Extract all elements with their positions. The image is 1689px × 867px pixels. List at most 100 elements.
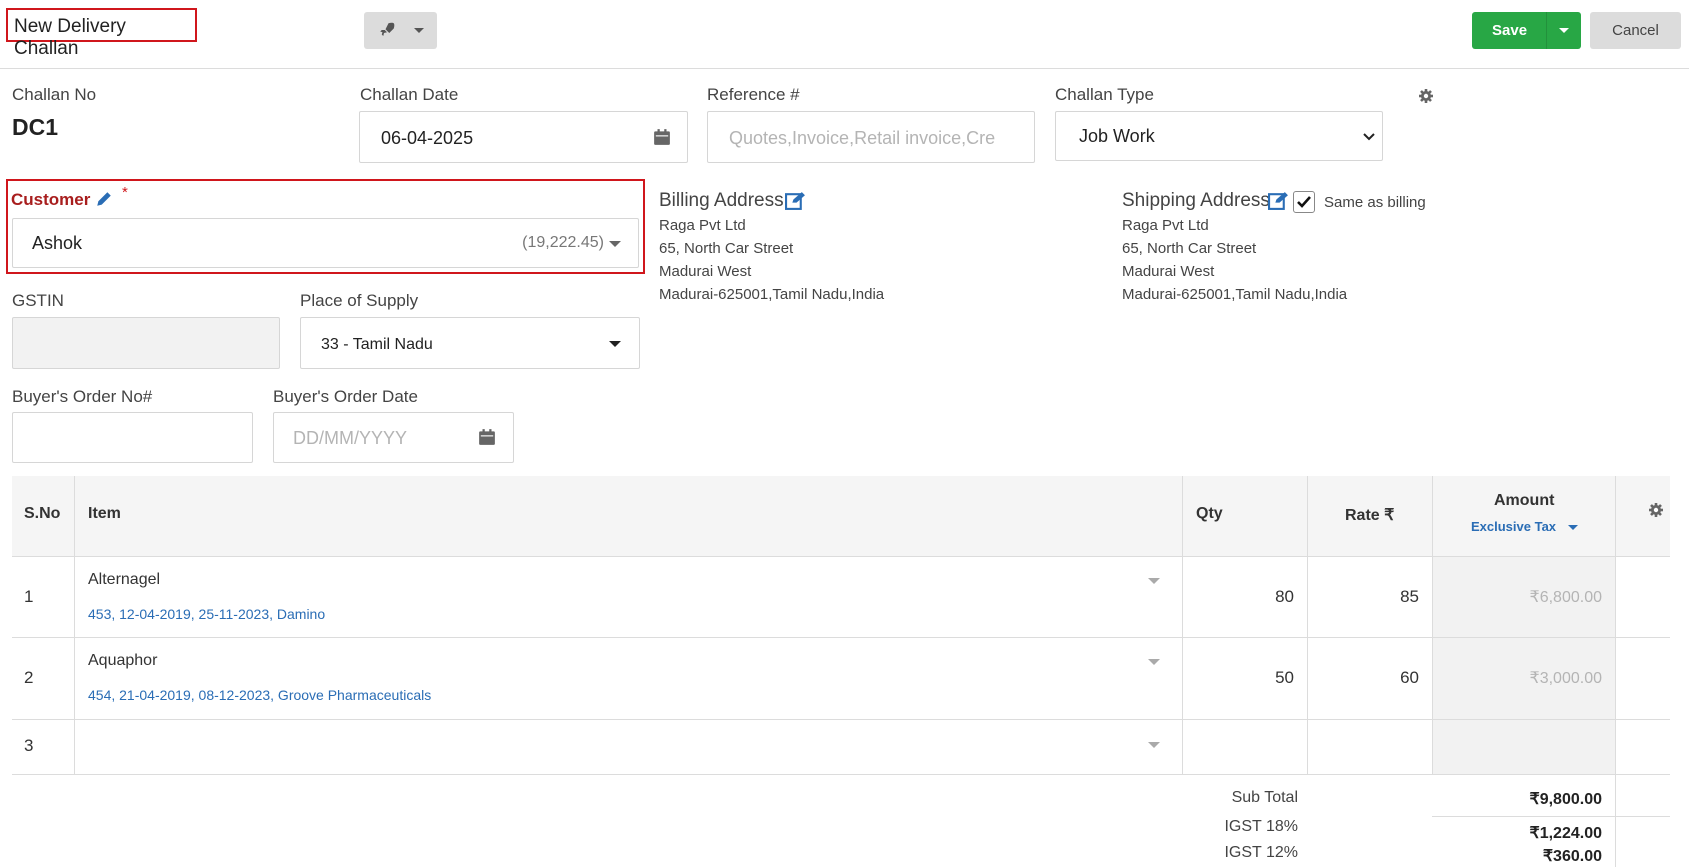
row-sno: 1 — [24, 587, 34, 606]
billing-line: 65, North Car Street — [659, 240, 794, 257]
item-name[interactable]: Aquaphor — [88, 652, 157, 670]
same-as-billing-label: Same as billing — [1324, 194, 1426, 211]
challan-date-value: 06-04-2025 — [381, 128, 474, 148]
billing-line: Madurai West — [659, 263, 752, 280]
billing-line: Raga Pvt Ltd — [659, 217, 746, 234]
reference-placeholder: Quotes,Invoice,Retail invoice,Cre — [729, 128, 996, 148]
save-options-chevron-icon[interactable] — [1559, 28, 1569, 33]
challan-type-value: Job Work — [1079, 126, 1155, 146]
buyers-order-date-label: Buyer's Order Date — [273, 387, 418, 406]
grid-line — [1432, 476, 1433, 774]
row-sno: 3 — [24, 736, 34, 755]
table-settings-gear-icon[interactable] — [1648, 502, 1664, 518]
shipping-address: Raga Pvt Ltd 65, North Car Street Madura… — [1122, 214, 1347, 306]
place-of-supply-value: 33 - Tamil Nadu — [321, 336, 433, 353]
row-amount: ₹3,000.00 — [1529, 670, 1602, 687]
customer-select[interactable]: Ashok (19,222.45) — [12, 218, 639, 268]
edit-icon[interactable] — [1268, 191, 1289, 210]
gstin-label: GSTIN — [12, 291, 64, 310]
buyers-order-no-label: Buyer's Order No# — [12, 387, 153, 406]
grid-line — [1307, 476, 1308, 774]
chevron-down-icon[interactable] — [1148, 578, 1160, 584]
rocket-icon — [380, 22, 395, 36]
challan-type-label: Challan Type — [1055, 85, 1154, 104]
page-title: New Delivery Challan — [6, 8, 197, 59]
grid-line — [12, 719, 1670, 720]
same-as-billing-checkbox[interactable] — [1293, 191, 1315, 213]
edit-icon[interactable] — [785, 191, 806, 210]
grid-line — [12, 556, 1670, 557]
igst-18-label: IGST 18% — [1224, 818, 1298, 835]
chevron-down-icon — [1567, 525, 1578, 531]
row-amount: ₹6,800.00 — [1529, 589, 1602, 606]
shipping-line: 65, North Car Street — [1122, 240, 1257, 257]
reference-label: Reference # — [707, 85, 800, 104]
customer-balance: (19,222.45) — [522, 234, 604, 251]
col-header-amount: Amount — [1494, 492, 1555, 509]
col-header-rate: Rate ₹ — [1345, 507, 1395, 524]
col-header-qty: Qty — [1196, 505, 1223, 522]
row-rate[interactable]: 60 — [1315, 668, 1419, 688]
calendar-icon[interactable] — [478, 428, 496, 446]
row-sno: 2 — [24, 668, 34, 687]
igst-12-value: ₹360.00 — [1542, 848, 1602, 865]
buyers-order-no-input[interactable] — [12, 412, 253, 463]
reference-input[interactable]: Quotes,Invoice,Retail invoice,Cre — [707, 111, 1035, 163]
igst-18-value: ₹1,224.00 — [1529, 825, 1602, 842]
quick-actions-button[interactable] — [364, 12, 437, 49]
shipping-line: Madurai West — [1122, 263, 1215, 280]
totals-divider — [1432, 816, 1670, 817]
grid-line — [1182, 476, 1183, 774]
chevron-down-icon — [609, 341, 621, 347]
customer-label: Customer — [11, 190, 91, 209]
billing-line: Madurai-625001,Tamil Nadu,India — [659, 286, 885, 303]
gstin-input[interactable] — [12, 317, 280, 369]
item-name[interactable]: Alternagel — [88, 571, 160, 589]
customer-value: Ashok — [32, 233, 83, 253]
item-name[interactable] — [88, 736, 1138, 756]
pencil-icon[interactable] — [95, 190, 113, 208]
calendar-icon[interactable] — [653, 128, 671, 146]
shipping-address-title: Shipping Address — [1122, 190, 1270, 211]
chevron-down-icon — [414, 28, 424, 33]
sub-total-value: ₹9,800.00 — [1529, 791, 1602, 808]
col-header-sno: S.No — [24, 505, 61, 522]
challan-date-label: Challan Date — [360, 85, 459, 104]
item-batch-details[interactable]: 454, 21-04-2019, 08-12-2023, Groove Phar… — [88, 687, 431, 703]
challan-type-select[interactable]: Job Work — [1055, 111, 1383, 161]
item-batch-details[interactable]: 453, 12-04-2019, 25-11-2023, Damino — [88, 606, 325, 622]
required-asterisk: * — [122, 184, 128, 201]
grid-line — [74, 476, 75, 774]
grid-line — [1615, 476, 1616, 867]
header-divider — [0, 68, 1689, 69]
challan-no-label: Challan No — [12, 85, 97, 104]
chevron-down-icon — [609, 241, 621, 247]
place-of-supply-label: Place of Supply — [300, 291, 419, 310]
save-split-divider — [1546, 12, 1547, 49]
buyers-order-date-input[interactable]: DD/MM/YYYY — [273, 412, 514, 463]
col-header-item: Item — [88, 505, 121, 522]
tax-mode-label: Exclusive Tax — [1471, 519, 1557, 534]
row-qty[interactable]: 50 — [1190, 668, 1294, 688]
grid-line — [12, 637, 1670, 638]
gear-icon[interactable] — [1418, 88, 1434, 104]
chevron-down-icon[interactable] — [1148, 659, 1160, 665]
shipping-line: Raga Pvt Ltd — [1122, 217, 1209, 234]
row-qty[interactable]: 80 — [1190, 587, 1294, 607]
cancel-button[interactable]: Cancel — [1590, 12, 1681, 49]
save-button-label: Save — [1492, 22, 1528, 39]
sub-total-label: Sub Total — [1231, 789, 1298, 806]
row-rate[interactable]: 85 — [1315, 587, 1419, 607]
grid-line — [12, 774, 1670, 775]
billing-address-title: Billing Address — [659, 190, 784, 211]
billing-address: Raga Pvt Ltd 65, North Car Street Madura… — [659, 214, 884, 306]
save-button[interactable]: Save — [1472, 12, 1581, 49]
challan-date-input[interactable]: 06-04-2025 — [359, 111, 688, 163]
tax-mode-dropdown[interactable]: Exclusive Tax — [1471, 519, 1578, 534]
chevron-down-icon — [1363, 133, 1375, 141]
buyers-order-date-placeholder: DD/MM/YYYY — [293, 428, 408, 448]
place-of-supply-select[interactable]: 33 - Tamil Nadu — [300, 317, 640, 369]
chevron-down-icon[interactable] — [1148, 742, 1160, 748]
shipping-line: Madurai-625001,Tamil Nadu,India — [1122, 286, 1348, 303]
challan-no-value: DC1 — [12, 114, 59, 140]
